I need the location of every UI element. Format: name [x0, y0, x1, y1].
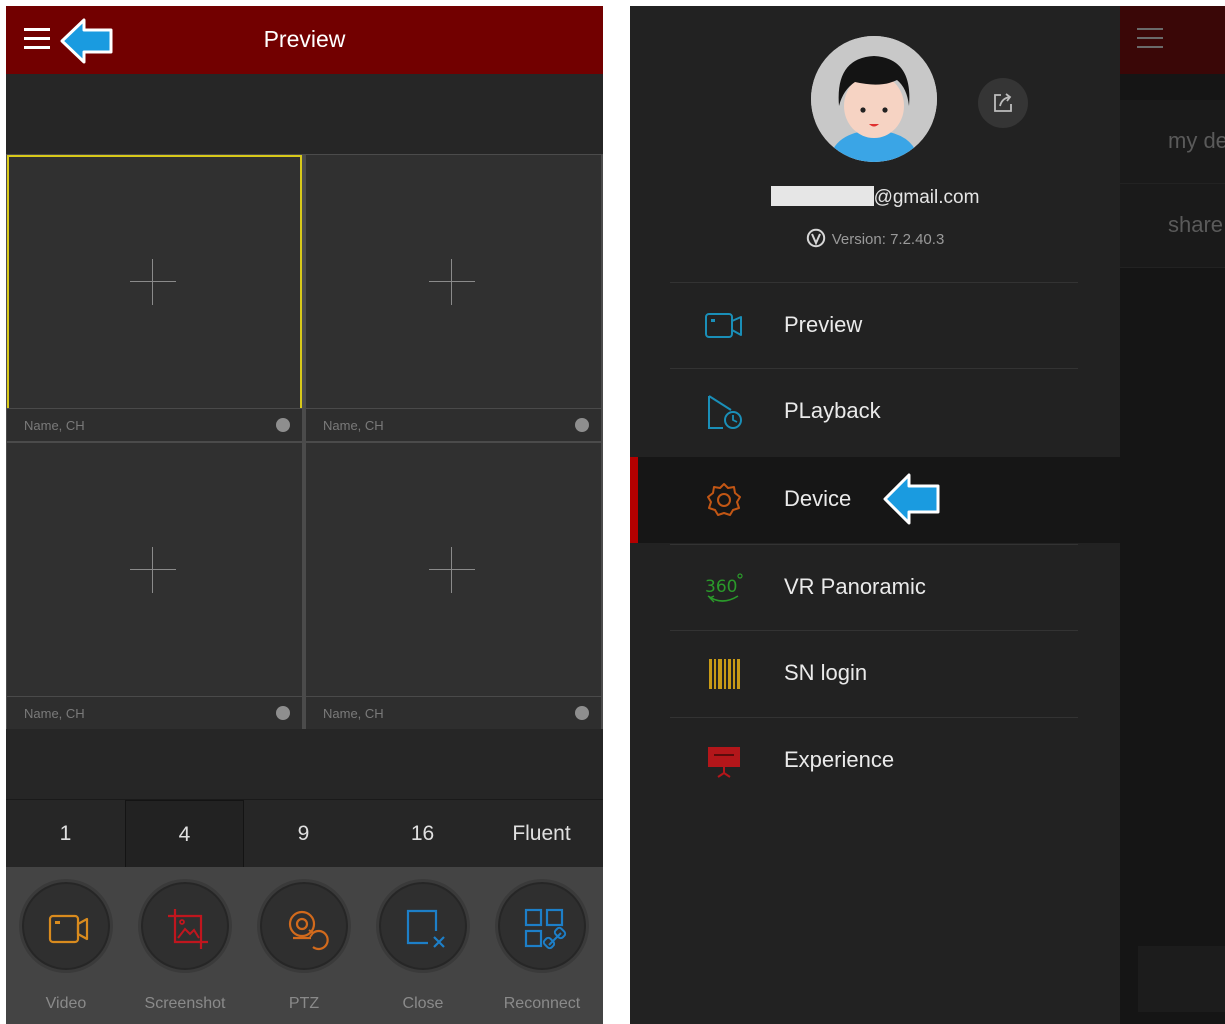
add-channel-icon[interactable] — [130, 547, 176, 593]
channel-name: Name, CH — [24, 706, 85, 721]
background-row: share — [1168, 212, 1224, 237]
video-icon — [48, 914, 89, 944]
background-screen: my de share — [1120, 6, 1225, 1024]
avatar[interactable] — [811, 36, 937, 162]
account-email: @gmail.com — [630, 186, 1120, 209]
channel-name: Name, CH — [24, 418, 85, 433]
camera-icon — [705, 313, 742, 338]
close-button[interactable]: Close — [375, 879, 471, 1013]
channel-name: Name, CH — [323, 418, 384, 433]
page-title: Preview — [263, 26, 346, 52]
reconnect-button[interactable]: Reconnect — [494, 879, 590, 1013]
status-dot — [276, 418, 290, 432]
annotation-arrow-icon — [883, 473, 940, 525]
navigation-drawer: @gmail.com Version: 7.2.40.3 Preview PLa… — [630, 6, 1120, 1024]
add-channel-icon[interactable] — [429, 259, 475, 305]
preview-cell[interactable]: Name, CH — [7, 155, 302, 441]
menu-item-experience[interactable]: Experience — [630, 718, 1120, 804]
menu-screen: my de share @gmail.com Version: 7.2.40.3… — [630, 6, 1225, 1024]
status-dot — [276, 706, 290, 720]
add-channel-icon[interactable] — [130, 259, 176, 305]
menu-item-vr-panoramic[interactable]: 360 VR Panoramic — [630, 545, 1120, 631]
video-button[interactable]: Video — [18, 879, 114, 1013]
split-option-4[interactable]: 4 — [125, 800, 244, 868]
version-icon — [806, 228, 825, 248]
status-dot — [575, 706, 589, 720]
app-header: Preview — [6, 6, 603, 74]
split-option-16[interactable]: 16 — [363, 800, 482, 868]
menu-icon — [1137, 28, 1163, 50]
screenshot-button[interactable]: Screenshot — [137, 879, 233, 1013]
split-selector: 1 4 9 16 Fluent — [6, 799, 603, 868]
preview-cell[interactable]: Name, CH — [306, 155, 601, 441]
active-indicator — [630, 457, 638, 543]
split-option-9[interactable]: 9 — [244, 800, 363, 868]
share-button[interactable] — [978, 78, 1028, 128]
avatar-icon — [811, 36, 937, 162]
ptz-icon — [288, 910, 329, 951]
channel-name: Name, CH — [323, 706, 384, 721]
close-window-icon — [406, 909, 445, 948]
menu-item-preview[interactable]: Preview — [630, 283, 1120, 369]
split-option-1[interactable]: 1 — [6, 800, 125, 868]
add-channel-icon[interactable] — [429, 547, 475, 593]
svg-text:360: 360 — [705, 577, 737, 597]
share-icon — [994, 93, 1012, 112]
screenshot-icon — [168, 909, 208, 949]
menu-item-playback[interactable]: PLayback — [630, 369, 1120, 455]
fluent-option[interactable]: Fluent — [482, 800, 601, 868]
reconnect-icon — [524, 908, 567, 950]
presentation-icon — [708, 747, 740, 778]
toolbar: Video Screenshot PTZ Close Reconnect — [6, 867, 603, 1024]
preview-screen: Preview Name, CH Name, CH Name, CH Name,… — [6, 6, 603, 1024]
gear-icon — [707, 483, 741, 516]
redacted-text — [770, 186, 874, 206]
ptz-button[interactable]: PTZ — [256, 879, 352, 1013]
preview-cell[interactable]: Name, CH — [7, 443, 302, 729]
playback-icon — [708, 395, 742, 429]
menu-item-device[interactable]: Device — [630, 457, 1120, 543]
preview-cell[interactable]: Name, CH — [306, 443, 601, 729]
version-info: Version: 7.2.40.3 — [630, 228, 1120, 248]
vr-360-icon: 360 — [705, 573, 743, 603]
status-dot — [575, 418, 589, 432]
preview-grid: Name, CH Name, CH Name, CH Name, CH — [6, 154, 603, 729]
menu-item-sn-login[interactable]: SN login — [630, 631, 1120, 717]
barcode-icon — [709, 659, 740, 689]
background-row: my de — [1168, 128, 1225, 153]
